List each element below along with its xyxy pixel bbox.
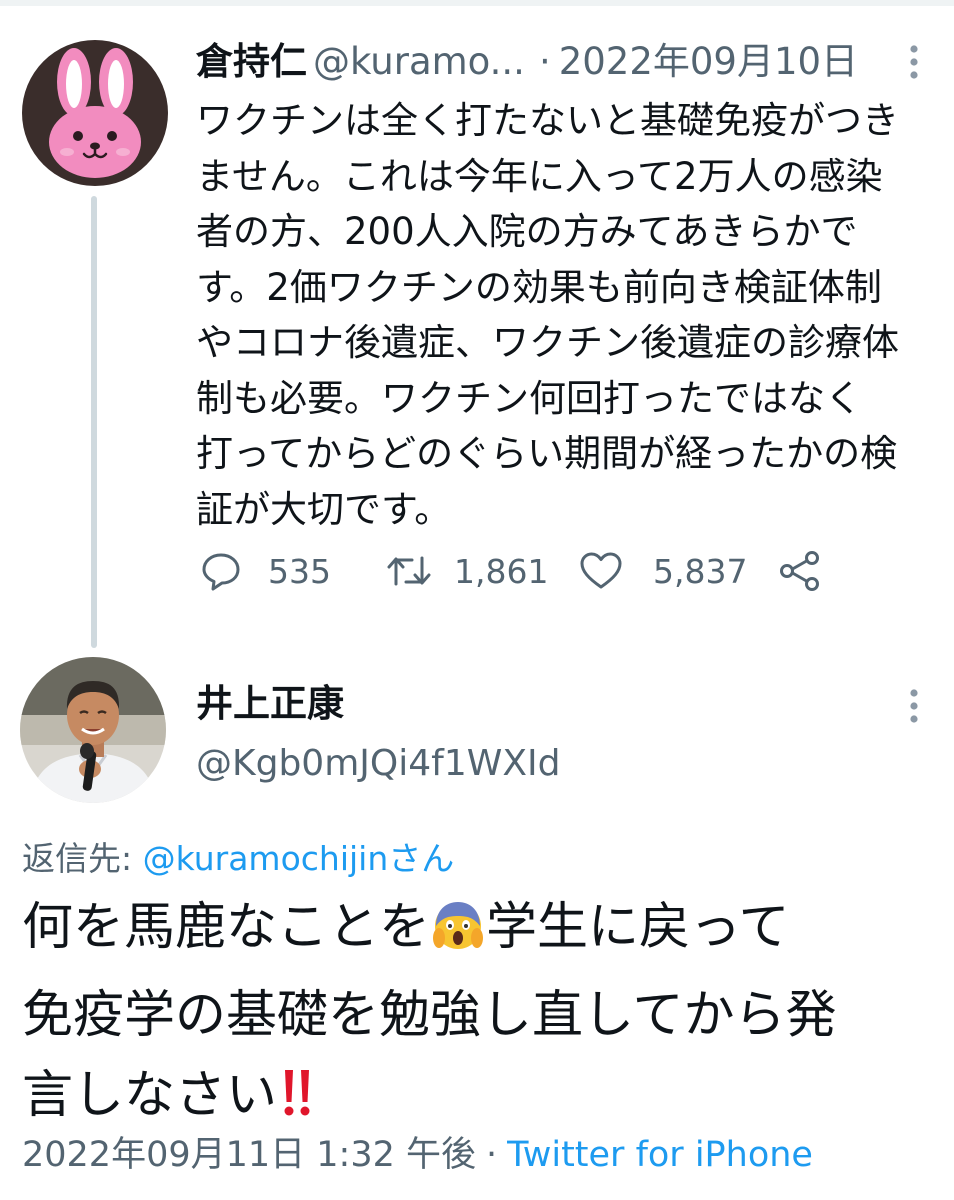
- share-icon: [780, 551, 819, 591]
- header-separator: ·: [538, 40, 551, 83]
- pink-bunny-avatar-icon: [22, 40, 168, 186]
- screaming-face-emoji-icon: [430, 896, 486, 976]
- tweet-timestamp[interactable]: 2022年09月11日 1:32 午後: [22, 1135, 476, 1175]
- tweet-action-bar: 535 1,861 5,837: [196, 545, 916, 597]
- like-button[interactable]: 5,837: [579, 545, 747, 597]
- vertical-dots-icon: [910, 689, 918, 723]
- tweet-text-segment: 学生に戻って: [486, 898, 790, 957]
- more-options-button[interactable]: [902, 686, 926, 726]
- author-handle[interactable]: @kuramo...: [313, 40, 525, 83]
- replying-to-mention-link[interactable]: @kuramochijinさん: [143, 839, 455, 878]
- reply-count: 535: [268, 551, 331, 591]
- tweet-date[interactable]: 2022年09月10日: [559, 40, 858, 83]
- tweet-text-line: ワクチンは全く打たないと基礎免疫がつき: [196, 99, 899, 142]
- reply-tweet-text: 何を馬鹿なことを 学生に戻って 免疫学の基礎を勉強し直してから発 言しなさい: [22, 888, 942, 1144]
- thread-connector-line: [91, 196, 97, 648]
- share-button[interactable]: [778, 545, 822, 597]
- reply-author-handle[interactable]: @Kgb0mJQi4f1WXId: [196, 740, 560, 788]
- tweet-header: 倉持仁 @kuramo... · 2022年09月10日: [196, 38, 916, 86]
- tweet-text-line: 制も必要。ワクチン何回打ったではなく: [196, 376, 862, 420]
- retweet-button[interactable]: 1,861: [386, 545, 548, 597]
- top-divider: [0, 0, 954, 6]
- author-name[interactable]: 倉持仁: [196, 40, 307, 83]
- tweet-metadata: 2022年09月11日 1:32 午後 · Twitter for iPhone: [22, 1130, 813, 1180]
- retweet-icon: [387, 556, 431, 586]
- tweet-text-line: ません。これは今年に入って2万人の感染: [196, 154, 883, 198]
- avatar[interactable]: [22, 40, 168, 186]
- replying-to-prefix: 返信先:: [22, 839, 133, 878]
- heart-icon: [580, 552, 622, 589]
- tweet-text-line: す。2価ワクチンの効果も前向き検証体制: [196, 265, 882, 309]
- tweet-text-line: 免疫学の基礎を勉強し直してから発: [22, 986, 837, 1045]
- reply-author-name[interactable]: 井上正康: [196, 680, 344, 728]
- tweet-text-line: 何を馬鹿なことを 学生に戻って: [22, 888, 942, 976]
- tweet-text-segment: 言しなさい: [22, 1066, 278, 1125]
- tweet-text-line: 者の方、200人入院の方みてあきらかで: [196, 210, 858, 253]
- reply-bubble-icon: [202, 553, 240, 591]
- avatar[interactable]: [20, 657, 166, 803]
- tweet-text-line: 打ってからどのぐらい期間が経ったかの検: [196, 432, 898, 475]
- reply-button[interactable]: 535: [200, 545, 331, 597]
- tweet-text-line: やコロナ後遺症、ワクチン後遺症の診療体: [196, 321, 899, 364]
- retweet-count: 1,861: [454, 551, 549, 591]
- tweet-source-link[interactable]: Twitter for iPhone: [507, 1135, 813, 1175]
- meta-separator: ·: [486, 1135, 498, 1175]
- like-count: 5,837: [653, 551, 748, 591]
- replying-to-line: 返信先: @kuramochijinさん: [22, 836, 454, 882]
- tweet-text-segment: 何を馬鹿なことを: [22, 898, 431, 957]
- more-options-button[interactable]: [902, 42, 926, 82]
- man-with-microphone-avatar-icon: [20, 657, 166, 803]
- vertical-dots-icon: [910, 45, 918, 79]
- tweet-text-line: 証が大切です。: [196, 487, 452, 531]
- tweet-text: ワクチンは全く打たないと基礎免疫がつき ません。これは今年に入って2万人の感染 …: [196, 93, 926, 537]
